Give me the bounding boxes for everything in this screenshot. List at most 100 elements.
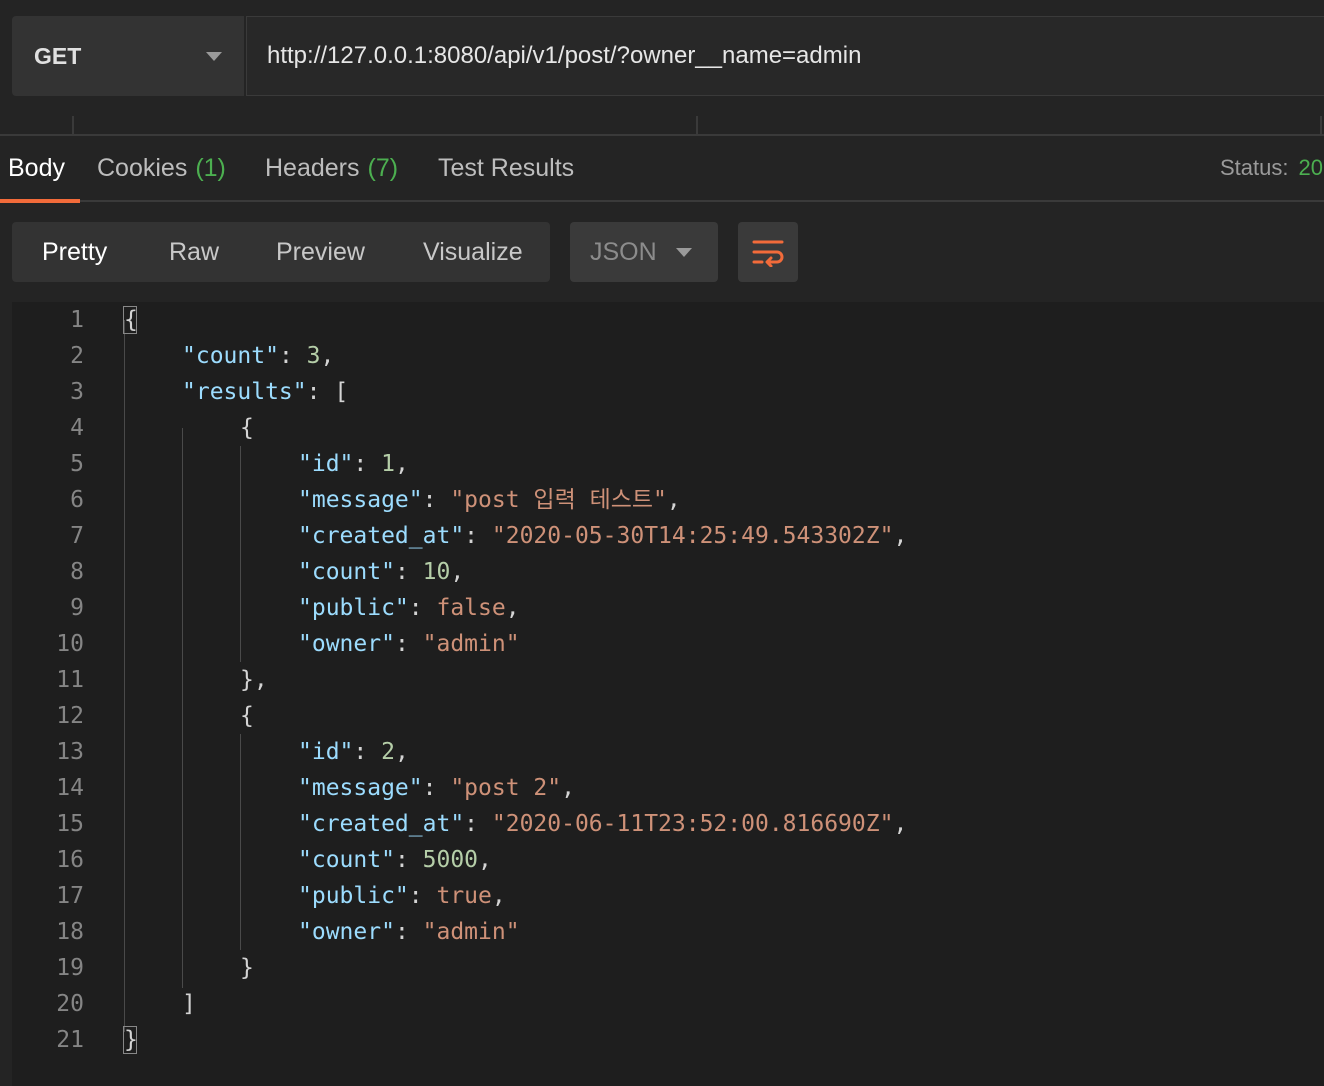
line-number: 9 [70, 595, 84, 621]
code-line: 21} [12, 1022, 1324, 1058]
code-line: 19} [12, 950, 1324, 986]
splitter-tick [1320, 116, 1322, 136]
code-line: 1{ [12, 302, 1324, 338]
code-text: }, [240, 662, 268, 698]
code-token: : [394, 559, 423, 585]
code-token: : [464, 811, 492, 837]
code-token: { [124, 307, 138, 333]
method-select[interactable]: GET [12, 16, 244, 96]
code-token: : [394, 919, 423, 945]
code-token: , [394, 451, 409, 477]
code-text: "id": 1, [298, 446, 409, 482]
code-token: : [394, 631, 423, 657]
code-token: "created_at" [298, 811, 465, 837]
code-token: 2 [381, 739, 395, 765]
code-text: "public": false, [298, 590, 520, 626]
code-text: "owner": "admin" [298, 626, 520, 662]
line-number: 5 [70, 451, 84, 477]
code-line: 11}, [12, 662, 1324, 698]
code-line: 18 "owner": "admin" [12, 914, 1324, 950]
line-number: 4 [70, 415, 84, 441]
code-line: 10 "owner": "admin" [12, 626, 1324, 662]
view-mode-group: Pretty Raw Preview Visualize [12, 222, 550, 282]
code-text: "created_at": "2020-05-30T14:25:49.54330… [298, 518, 907, 554]
wrap-lines-button[interactable] [738, 222, 798, 282]
request-bar: GET http://127.0.0.1:8080/api/v1/post/?o… [12, 16, 1324, 96]
response-body-viewer[interactable]: 1{2 "count": 3, 3 "results": [4{5 "id": 1, 6 "… [12, 302, 1324, 1086]
code-token: , [893, 523, 908, 549]
code-token: : [422, 487, 451, 513]
code-token: "count" [298, 559, 395, 585]
code-line: 4{ [12, 410, 1324, 446]
code-text: { [124, 302, 138, 338]
code-line: 14 "message": "post 2", [12, 770, 1324, 806]
code-token: , [491, 883, 506, 909]
line-number: 10 [56, 631, 84, 657]
mode-visualize-button[interactable]: Visualize [423, 222, 523, 282]
code-token: "public" [298, 595, 409, 621]
line-number: 18 [56, 919, 84, 945]
tab-count-badge: (7) [367, 153, 399, 182]
view-toolbar: Pretty Raw Preview Visualize JSON [12, 222, 798, 282]
code-token: } [124, 1027, 138, 1053]
tab-body[interactable]: Body [0, 136, 80, 203]
code-text: "message": "post 입력 테스트", [298, 482, 681, 518]
mode-raw-button[interactable]: Raw [169, 222, 219, 282]
tab-cookies[interactable]: Cookies (1) [97, 136, 226, 200]
code-token: , [320, 343, 335, 369]
code-token: "id" [298, 451, 354, 477]
method-label: GET [34, 42, 82, 69]
format-label: JSON [590, 237, 657, 266]
code-token: : [408, 883, 437, 909]
mode-pretty-button[interactable]: Pretty [42, 222, 107, 282]
tab-test-results[interactable]: Test Results [438, 136, 574, 200]
code-text: "count": 5000, [298, 842, 492, 878]
line-number: 2 [70, 343, 84, 369]
response-status: Status: 20 [1220, 136, 1323, 200]
status-code: 20 [1298, 155, 1323, 180]
code-token: "post 2" [450, 775, 562, 801]
code-text: "id": 2, [298, 734, 409, 770]
code-token: "post 입력 테스트" [450, 487, 667, 513]
chevron-down-icon [676, 247, 692, 257]
tab-headers[interactable]: Headers (7) [265, 136, 398, 200]
code-token: : [408, 595, 437, 621]
code-line: 16 "count": 5000, [12, 842, 1324, 878]
code-token: : [353, 451, 382, 477]
line-number: 1 [70, 307, 84, 333]
line-number: 21 [56, 1027, 84, 1053]
code-line: 5 "id": 1, [12, 446, 1324, 482]
code-line: 12 { [12, 698, 1324, 734]
line-number: 3 [70, 379, 84, 405]
code-text: "public": true, [298, 878, 506, 914]
line-number: 20 [56, 991, 84, 1017]
code-token: : [ [306, 379, 349, 405]
code-token: "admin" [422, 631, 520, 657]
code-token: "message" [298, 487, 423, 513]
pane-splitter[interactable] [0, 116, 1324, 136]
code-token: , [450, 559, 465, 585]
line-number: 13 [56, 739, 84, 765]
url-input[interactable]: http://127.0.0.1:8080/api/v1/post/?owner… [246, 16, 1324, 96]
code-token: "count" [298, 847, 395, 873]
code-line: 9 "public": false, [12, 590, 1324, 626]
code-text: ] [182, 986, 196, 1022]
status-label: Status: [1220, 155, 1289, 180]
code-token: , [666, 487, 681, 513]
code-text: { [240, 410, 254, 446]
format-select[interactable]: JSON [570, 222, 718, 282]
code-text: } [240, 950, 254, 986]
line-number: 12 [56, 703, 84, 729]
line-number: 7 [70, 523, 84, 549]
code-token: "created_at" [298, 523, 465, 549]
code-text: "message": "post 2", [298, 770, 575, 806]
code-token: 1 [381, 451, 395, 477]
code-line: 15 "created_at": "2020-06-11T23:52:00.816… [12, 806, 1324, 842]
code-token: , [893, 811, 908, 837]
code-token: : [353, 739, 382, 765]
splitter-tick [72, 116, 74, 136]
code-token: 3 [306, 343, 321, 369]
code-text: } [124, 1022, 138, 1058]
line-number: 6 [70, 487, 84, 513]
mode-preview-button[interactable]: Preview [276, 222, 365, 282]
